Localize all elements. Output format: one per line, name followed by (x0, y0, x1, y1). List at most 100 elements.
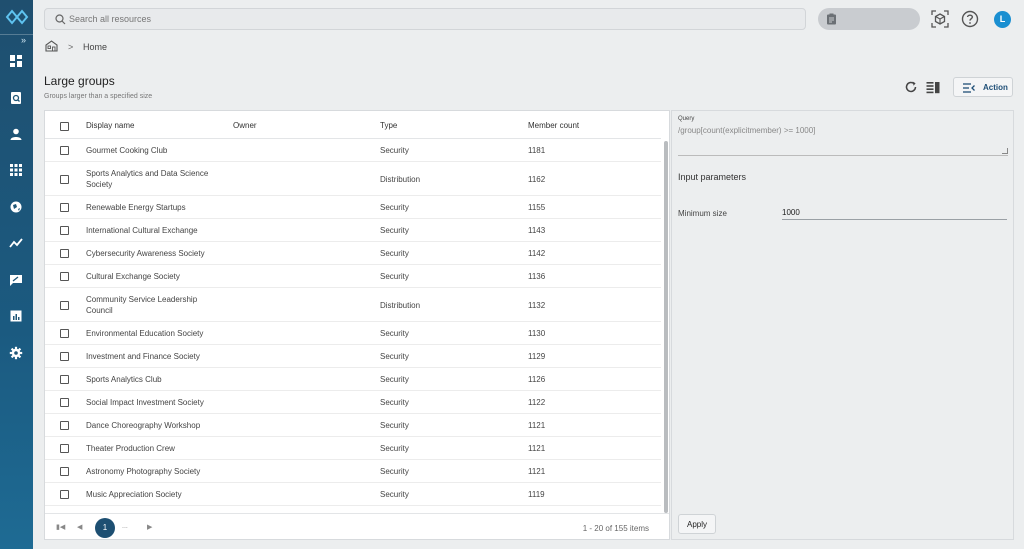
report-icon[interactable] (9, 309, 23, 323)
row-checkbox[interactable] (60, 226, 69, 235)
breadcrumb-home-link[interactable]: Home (83, 42, 107, 52)
table-row[interactable]: Astronomy Photography Society Security 112… (45, 460, 661, 483)
row-checkbox[interactable] (60, 272, 69, 281)
breadcrumb-chevron-icon: > (68, 42, 74, 52)
refresh-icon[interactable] (904, 80, 918, 94)
cell-type: Security (380, 398, 409, 407)
table-row[interactable]: Sports Analytics Club Security 1126 (45, 368, 661, 391)
cell-type: Security (380, 467, 409, 476)
table-row[interactable]: Theater Production Crew Security 1121 (45, 437, 661, 460)
column-header-owner[interactable]: Owner (233, 121, 257, 130)
table-header: Display name Owner Type Member count (45, 111, 661, 139)
select-all-checkbox[interactable] (60, 122, 69, 131)
cell-display-name[interactable]: International Cultural Exchange (86, 225, 221, 236)
row-checkbox[interactable] (60, 398, 69, 407)
cell-display-name[interactable]: Social Impact Investment Society (86, 397, 221, 408)
row-checkbox[interactable] (60, 421, 69, 430)
cell-type: Security (380, 490, 409, 499)
query-textarea[interactable]: /group[count(explicitmember) >= 1000] (678, 126, 815, 135)
expand-sidebar-icon[interactable]: » (21, 36, 26, 45)
action-button[interactable]: Action (953, 77, 1013, 97)
next-page-icon[interactable]: ▶ (147, 523, 152, 531)
feedback-icon[interactable] (9, 273, 23, 287)
scan-cube-icon[interactable] (931, 10, 949, 28)
table-scrollbar-thumb[interactable] (664, 141, 668, 513)
row-checkbox[interactable] (60, 249, 69, 258)
global-search[interactable] (44, 8, 806, 30)
cell-display-name[interactable]: Sports Analytics Club (86, 374, 221, 385)
table-row[interactable]: Community Service Leadership Council Dist… (45, 288, 661, 322)
column-header-display-name[interactable]: Display name (86, 121, 134, 130)
row-checkbox[interactable] (60, 352, 69, 361)
row-checkbox[interactable] (60, 203, 69, 212)
table-row[interactable]: Dance Choreography Workshop Security 1121 (45, 414, 661, 437)
column-header-member-count[interactable]: Member count (528, 121, 579, 130)
search-document-icon[interactable] (9, 91, 23, 105)
action-menu-icon (963, 83, 975, 93)
cell-display-name[interactable]: Cultural Exchange Society (86, 271, 221, 282)
sidebar: » (0, 0, 33, 549)
table-row[interactable]: Environmental Education Society Security 1… (45, 322, 661, 345)
cell-member-count: 1143 (528, 226, 546, 235)
cell-type: Distribution (380, 175, 421, 184)
cell-display-name[interactable]: Investment and Finance Society (86, 351, 221, 362)
user-icon[interactable] (9, 127, 23, 141)
trend-chart-icon[interactable] (9, 236, 23, 250)
table-row[interactable]: Gourmet Cooking Club Security 1181 (45, 139, 661, 162)
row-checkbox[interactable] (60, 329, 69, 338)
table-row[interactable]: International Cultural Exchange Security 1… (45, 219, 661, 242)
query-underline (678, 155, 1008, 156)
cell-display-name[interactable]: Community Service Leadership Council (86, 294, 221, 316)
pagination-info: 1 - 20 of 155 items (582, 524, 649, 533)
cell-display-name[interactable]: Cybersecurity Awareness Society (86, 248, 221, 259)
cell-display-name[interactable]: Renewable Energy Startups (86, 202, 221, 213)
row-checkbox[interactable] (60, 301, 69, 310)
globe-icon[interactable] (9, 200, 23, 214)
home-icon[interactable] (45, 40, 58, 52)
first-page-icon[interactable]: ▮◀ (56, 523, 65, 531)
cell-display-name[interactable]: Dance Choreography Workshop (86, 420, 221, 431)
cell-display-name[interactable]: Music Appreciation Society (86, 489, 221, 500)
table-row[interactable]: Social Impact Investment Society Security… (45, 391, 661, 414)
user-avatar[interactable]: L (994, 11, 1011, 28)
table-row[interactable]: Renewable Energy Startups Security 1155 (45, 196, 661, 219)
apply-button[interactable]: Apply (678, 514, 716, 534)
cell-display-name[interactable]: Environmental Education Society (86, 328, 221, 339)
column-header-type[interactable]: Type (380, 121, 397, 130)
cell-display-name[interactable]: Astronomy Photography Society (86, 466, 221, 477)
help-icon[interactable] (961, 10, 979, 28)
minimum-size-input[interactable] (782, 206, 1007, 220)
column-chooser-icon[interactable] (926, 80, 940, 94)
row-checkbox[interactable] (60, 490, 69, 499)
table-row[interactable]: Cultural Exchange Society Security 1136 (45, 265, 661, 288)
cell-display-name[interactable]: Gourmet Cooking Club (86, 145, 221, 156)
pagination-ellipsis[interactable]: ... (122, 523, 128, 530)
apps-grid-icon[interactable] (9, 163, 23, 177)
page-number-button[interactable]: 1 (95, 518, 115, 538)
table-row[interactable]: Investment and Finance Society Security 11… (45, 345, 661, 368)
page-subtitle: Groups larger than a specified size (44, 93, 153, 100)
cell-type: Security (380, 226, 409, 235)
cell-display-name[interactable]: Sports Analytics and Data Science Societ… (86, 168, 221, 190)
search-input[interactable] (69, 12, 769, 26)
row-checkbox[interactable] (60, 146, 69, 155)
resize-handle-icon[interactable] (1002, 148, 1008, 154)
dashboard-icon[interactable] (9, 54, 23, 68)
minimum-size-label: Minimum size (678, 209, 727, 218)
settings-gear-icon[interactable] (9, 346, 23, 360)
row-checkbox[interactable] (60, 175, 69, 184)
table-row[interactable]: Sports Analytics and Data Science Societ… (45, 162, 661, 196)
cell-type: Security (380, 146, 409, 155)
row-checkbox[interactable] (60, 444, 69, 453)
row-checkbox[interactable] (60, 375, 69, 384)
cell-display-name[interactable]: Theater Production Crew (86, 443, 221, 454)
groups-table: Display name Owner Type Member count Gou… (44, 110, 670, 540)
row-checkbox[interactable] (60, 467, 69, 476)
table-row[interactable]: Music Appreciation Society Security 1119 (45, 483, 661, 506)
input-parameters-title: Input parameters (678, 172, 747, 182)
app-logo-icon[interactable] (5, 8, 29, 26)
cell-member-count: 1126 (528, 375, 546, 384)
table-row[interactable]: Cybersecurity Awareness Society Security 1… (45, 242, 661, 265)
previous-page-icon[interactable]: ◀ (77, 523, 82, 531)
clipboard-pill-button[interactable] (818, 8, 920, 30)
